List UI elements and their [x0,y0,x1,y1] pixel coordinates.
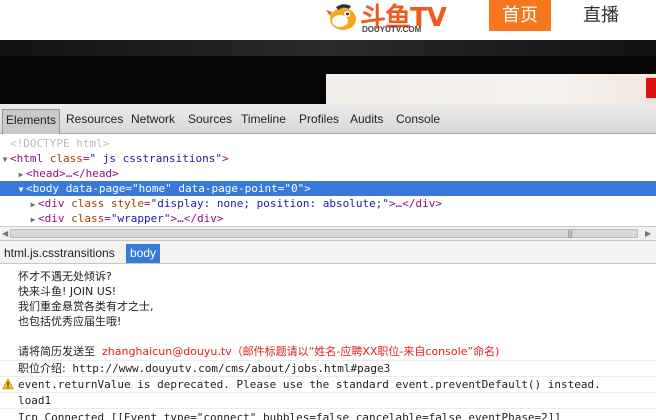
collapse-triangle-icon[interactable]: ▶ [16,167,26,182]
breadcrumb-body[interactable]: body [126,244,161,263]
banner-stripe [0,40,656,56]
site-header: 斗鱼TV DOUYUTV.COM 首页 直播 [0,0,656,40]
collapse-triangle-icon[interactable]: ▶ [28,212,38,226]
tab-network[interactable]: Network [128,109,178,134]
apply-prefix: 请将简历发送至 [18,345,95,358]
console-line-3: 我们重金悬赏各类有才之士, [18,300,154,313]
collapse-triangle-icon[interactable]: ▶ [28,197,38,212]
nav-live-link[interactable]: 直播 [583,0,619,31]
console-apply-line: 请将简历发送至 zhanghaicun@douyu.tv（邮件标题请以“姓名-应… [18,344,499,359]
fish-mascot-icon [326,4,356,30]
expand-triangle-icon[interactable]: ▼ [0,152,10,167]
banner-panel [326,74,656,104]
div2-attr-name: class [71,212,105,225]
body-attr2-name: data-page-point [178,182,278,195]
console-job-line: 职位介绍: http://www.douyutv.com/cms/about/j… [18,361,390,376]
devtools-tab-bar: Elements Resources Network Sources Timel… [0,104,656,134]
dom-node-body-selected[interactable]: ▼ <body data-page="home" data-page-point=… [0,181,656,196]
grip-icon: ||| [567,229,573,238]
div1-tail: >…</div> [389,197,443,210]
hero-banner [0,40,656,104]
job-url-link[interactable]: http://www.douyutv.com/cms/about/jobs.ht… [72,362,390,375]
head-tag: <head>…</head> [26,167,119,180]
console-warning-line: event.returnValue is deprecated. Please … [18,378,601,391]
tab-timeline[interactable]: Timeline [238,109,289,134]
dom-node-div-wrapper[interactable]: ▶ <div class="wrapper">…</div> [0,211,656,226]
breadcrumb: html.js.csstransitions body [0,240,656,264]
expand-triangle-icon[interactable]: ▼ [16,182,26,197]
doctype-text: <!DOCTYPE html> [10,137,110,150]
nav-home-link[interactable]: 首页 [489,0,551,31]
dom-node-head[interactable]: ▶ <head>…</head> [0,166,656,181]
console-divider [0,408,656,409]
apply-email: zhanghaicun@douyu.tv（邮件标题请以“姓名-应聘XX职位-来自… [102,345,500,358]
job-prefix: 职位介绍: [18,362,66,375]
breadcrumb-html[interactable]: html.js.csstransitions [0,244,119,263]
tab-audits[interactable]: Audits [347,109,386,134]
logo-subtext: DOUYUTV.COM [362,25,422,34]
console-load-line: load1 [18,394,52,407]
scroll-left-arrow-icon[interactable]: ◀ [2,229,8,238]
horizontal-scrollbar[interactable]: ◀ ||| ▶ [0,226,656,240]
console-line-2: 快来斗鱼! JOIN US! [18,285,117,298]
scroll-right-arrow-icon[interactable]: ▶ [645,229,651,238]
elements-dom-tree: <!DOCTYPE html> ▼ <html class=" js csstra… [0,134,656,226]
body-attr1-value: "home" [131,182,172,195]
dom-node-doctype[interactable]: <!DOCTYPE html> [0,136,656,151]
html-attr-name: class [49,152,83,165]
body-attr2-value: "0" [284,182,305,195]
body-attr1-name: data-page [65,182,126,195]
div2-tail: >…</div> [170,212,224,225]
tab-sources[interactable]: Sources [185,109,235,134]
tab-console[interactable]: Console [393,109,443,134]
console-connected-line: Icp Connected [[Event type="connect" bub… [18,411,562,420]
tab-profiles[interactable]: Profiles [296,109,342,134]
site-logo[interactable]: 斗鱼TV DOUYUTV.COM [326,0,452,36]
console-output: 怀才不遇无处倾诉? 快来斗鱼! JOIN US! 我们重金悬赏各类有才之士, 也… [0,264,656,420]
dom-node-div-hidden[interactable]: ▶ <div class style="display: none; positi… [0,196,656,211]
body-open-tag: <body [26,182,60,195]
console-divider [0,392,656,393]
scrollbar-thumb[interactable]: ||| [10,229,638,238]
html-attr-value: " js csstransitions" [89,152,222,165]
tab-elements[interactable]: Elements [2,109,61,134]
console-line-1: 怀才不遇无处倾诉? [18,270,112,283]
warning-icon [2,378,14,390]
banner-red-mark [646,78,656,98]
console-line-4: 也包括优秀应届生哦! [18,315,122,328]
div2-attr-value: "wrapper" [110,212,171,225]
dom-node-html[interactable]: ▼ <html class=" js csstransitions"> [0,151,656,166]
html-open-tag: <html [10,152,44,165]
div1-attr-name: class style [71,197,144,210]
tab-resources[interactable]: Resources [63,109,126,134]
div1-attr-value: "display: none; position: absolute;" [150,197,390,210]
